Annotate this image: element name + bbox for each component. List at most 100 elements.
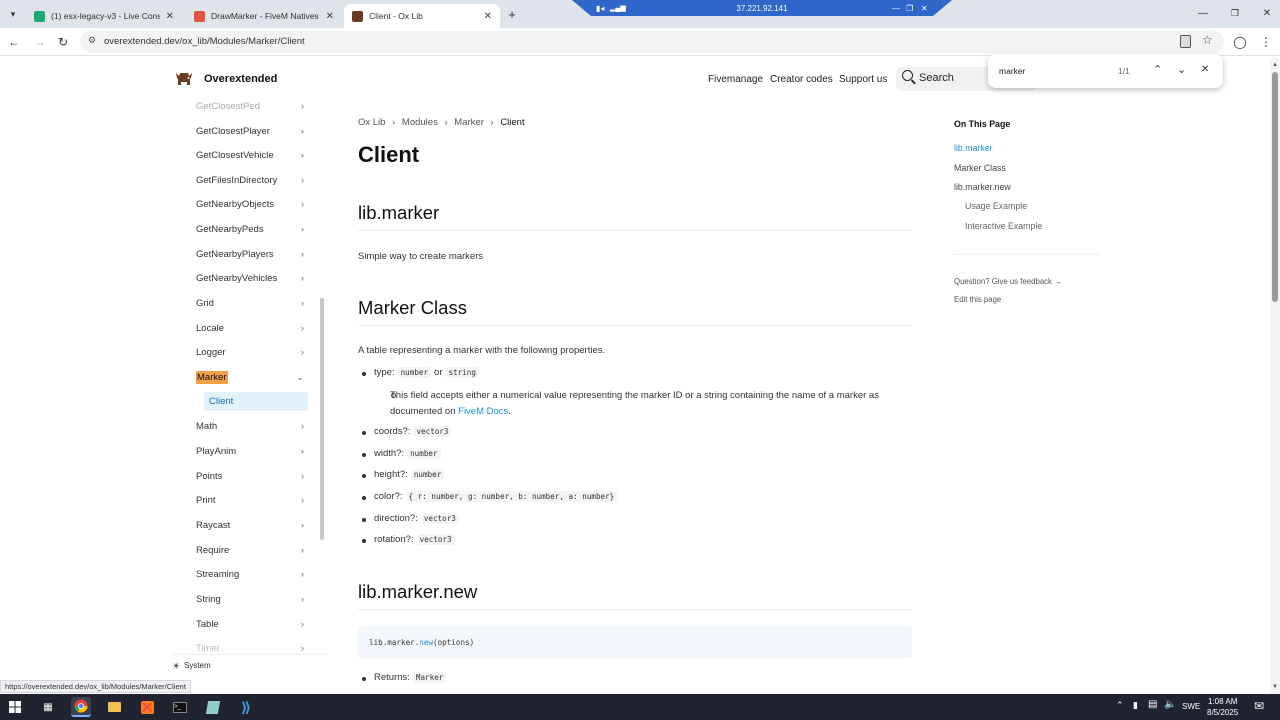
sidebar-item-label: PlayAnim xyxy=(196,445,237,457)
sidebar-item[interactable]: PlayAnim › xyxy=(196,441,304,461)
new-tab-button[interactable]: + xyxy=(504,6,520,22)
breadcrumb-item[interactable]: Ox Lib xyxy=(358,117,385,128)
chevron-right-icon: › xyxy=(301,421,304,431)
sidebar-item-marker[interactable]: Marker ⌄ xyxy=(196,367,304,387)
sidebar-item[interactable]: Timer › xyxy=(196,638,304,654)
sidebar-scrollbar[interactable] xyxy=(320,298,324,540)
find-input[interactable]: marker xyxy=(999,66,1025,76)
window-close-button[interactable]: ✕ xyxy=(1258,6,1276,20)
edit-page-link[interactable]: Edit this page xyxy=(954,295,1001,304)
property-color: color?:{ r: number, g: number, b: number… xyxy=(374,491,618,502)
sidebar-item[interactable]: Require › xyxy=(196,540,304,560)
show-hidden-icons-icon[interactable]: ⌃ xyxy=(1116,700,1124,711)
sidebar-item[interactable]: GetClosestPed › xyxy=(196,102,304,116)
sidebar-item[interactable]: GetNearbyPeds › xyxy=(196,219,304,239)
browser-tab-2[interactable]: DrawMarker - FiveM Natives @ ✕ xyxy=(186,4,342,28)
sidebar-item[interactable]: GetFilesInDirectory › xyxy=(196,170,304,190)
menu-icon[interactable]: ⋮ xyxy=(1258,34,1274,50)
restore-icon[interactable]: ❐ xyxy=(906,4,913,13)
language-indicator[interactable]: SWE xyxy=(1182,702,1200,711)
sun-icon[interactable]: ☀ xyxy=(172,661,180,672)
tab-search-button[interactable]: ▾ xyxy=(4,6,22,22)
breadcrumb-item[interactable]: Modules xyxy=(402,117,438,128)
fivem-docs-link[interactable]: FiveM Docs xyxy=(458,406,508,417)
sidebar-item-client-active[interactable]: Client xyxy=(204,392,308,411)
remote-desktop-bar: ▮◂ ▂▄▆ 37.221.92.141 — ❐ ✕ xyxy=(572,0,952,16)
tab-favicon xyxy=(34,10,45,22)
profile-icon[interactable]: ◯ xyxy=(1232,34,1248,50)
network-icon[interactable]: ▤ xyxy=(1148,699,1157,710)
scroll-down-arrow-icon[interactable]: ▼ xyxy=(1272,684,1278,690)
nav-link-support-us[interactable]: Support us xyxy=(839,74,887,85)
scroll-up-arrow-icon[interactable]: ▲ xyxy=(1272,62,1278,68)
theme-system-label[interactable]: System xyxy=(184,661,211,670)
code-block[interactable]: lib.marker.new(options) xyxy=(358,626,912,659)
volume-icon[interactable]: 🔈 xyxy=(1164,699,1176,710)
clock-time[interactable]: 1:08 AM xyxy=(1208,697,1237,706)
back-icon[interactable]: ← xyxy=(6,34,22,50)
chevron-right-icon: › xyxy=(301,298,304,308)
terminal-icon[interactable]: >_ xyxy=(170,697,190,717)
sidebar-item[interactable]: Grid › xyxy=(196,293,304,313)
page-scrollbar[interactable]: ▲ ▼ xyxy=(1270,58,1280,694)
tray-icon[interactable]: ▮ xyxy=(1133,700,1138,711)
feedback-link[interactable]: Question? Give us feedback → xyxy=(954,277,1062,286)
file-explorer-icon[interactable] xyxy=(104,697,124,717)
minimize-icon[interactable]: — xyxy=(892,4,900,13)
sidebar-item[interactable]: GetNearbyPlayers › xyxy=(196,244,304,264)
sidebar-item[interactable]: Raycast › xyxy=(196,515,304,535)
site-title[interactable]: Overextended xyxy=(204,73,277,85)
sidebar-item[interactable]: GetClosestPlayer › xyxy=(196,121,304,141)
address-bar[interactable]: ⚙ overextended.dev/ox_lib/Modules/Marker… xyxy=(80,31,1224,53)
clock-date[interactable]: 8/5/2025 xyxy=(1207,708,1238,717)
breadcrumb-item[interactable]: Marker xyxy=(454,117,484,128)
forward-icon[interactable]: → xyxy=(32,34,48,50)
sidebar-item[interactable]: Logger › xyxy=(196,342,304,362)
pin-icon[interactable]: ▮◂ xyxy=(596,4,604,13)
chevron-right-icon: › xyxy=(301,569,304,579)
sidebar-item[interactable]: GetClosestVehicle › xyxy=(196,145,304,165)
sidebar-item[interactable]: GetNearbyVehicles › xyxy=(196,268,304,288)
sidebar-item[interactable]: Streaming › xyxy=(196,564,304,584)
window-minimize-button[interactable]: — xyxy=(1194,6,1212,20)
bookmark-star-icon[interactable]: ☆ xyxy=(1202,33,1213,47)
page-icon[interactable] xyxy=(1180,35,1191,48)
sidebar-item[interactable]: GetNearbyObjects › xyxy=(196,194,304,214)
close-icon[interactable]: ✕ xyxy=(166,11,174,22)
toc-item-lib-marker-new[interactable]: lib.marker.new xyxy=(954,182,1011,192)
app-icon[interactable] xyxy=(203,697,223,717)
section-heading-lib-marker: lib.marker xyxy=(358,202,440,223)
sidebar-item[interactable]: Print › xyxy=(196,490,304,510)
sidebar-item[interactable]: Math › xyxy=(196,416,304,436)
window-restore-button[interactable]: ❐ xyxy=(1226,6,1244,20)
browser-tab-active[interactable]: Client - Ox Lib ✕ xyxy=(344,4,500,28)
find-close-icon[interactable]: ✕ xyxy=(1201,64,1209,75)
browser-tab-1[interactable]: (1) esx-legacy-v3 - Live Console ✕ xyxy=(26,4,182,28)
task-view-icon[interactable]: ▦ xyxy=(38,697,58,717)
notification-icon[interactable]: ✉ xyxy=(1254,699,1264,713)
toc-item-usage-example[interactable]: Usage Example xyxy=(965,201,1027,211)
close-icon[interactable]: ✕ xyxy=(326,11,334,22)
find-prev-icon[interactable]: ⌃ xyxy=(1153,63,1162,76)
windows-start-icon[interactable] xyxy=(5,697,25,717)
nav-link-creator-codes[interactable]: Creator codes xyxy=(770,74,833,85)
chevron-right-icon: › xyxy=(301,323,304,333)
chrome-taskbar-icon[interactable] xyxy=(71,697,91,717)
site-info-icon[interactable]: ⚙ xyxy=(88,35,96,46)
sidebar-item[interactable]: Locale › xyxy=(196,318,304,338)
bull-logo-icon[interactable] xyxy=(174,70,194,88)
sidebar-item[interactable]: String › xyxy=(196,589,304,609)
xampp-icon[interactable]: ❌ xyxy=(137,697,157,717)
toc-item-marker-class[interactable]: Marker Class xyxy=(954,163,1006,173)
vscode-icon[interactable]: ⟫ xyxy=(236,697,256,717)
find-next-icon[interactable]: ⌄ xyxy=(1177,63,1186,76)
close-icon[interactable]: ✕ xyxy=(484,11,492,22)
sidebar-item[interactable]: Table › xyxy=(196,614,304,634)
scrollbar-thumb[interactable] xyxy=(1272,72,1278,302)
toc-item-lib-marker[interactable]: lib.marker xyxy=(954,143,993,153)
sidebar-item[interactable]: Points › xyxy=(196,466,304,486)
reload-icon[interactable]: ↻ xyxy=(55,34,71,50)
toc-item-interactive-example[interactable]: Interactive Example xyxy=(965,221,1042,231)
close-icon[interactable]: ✕ xyxy=(921,4,928,13)
nav-link-fivemanage[interactable]: Fivemanage xyxy=(708,74,763,85)
